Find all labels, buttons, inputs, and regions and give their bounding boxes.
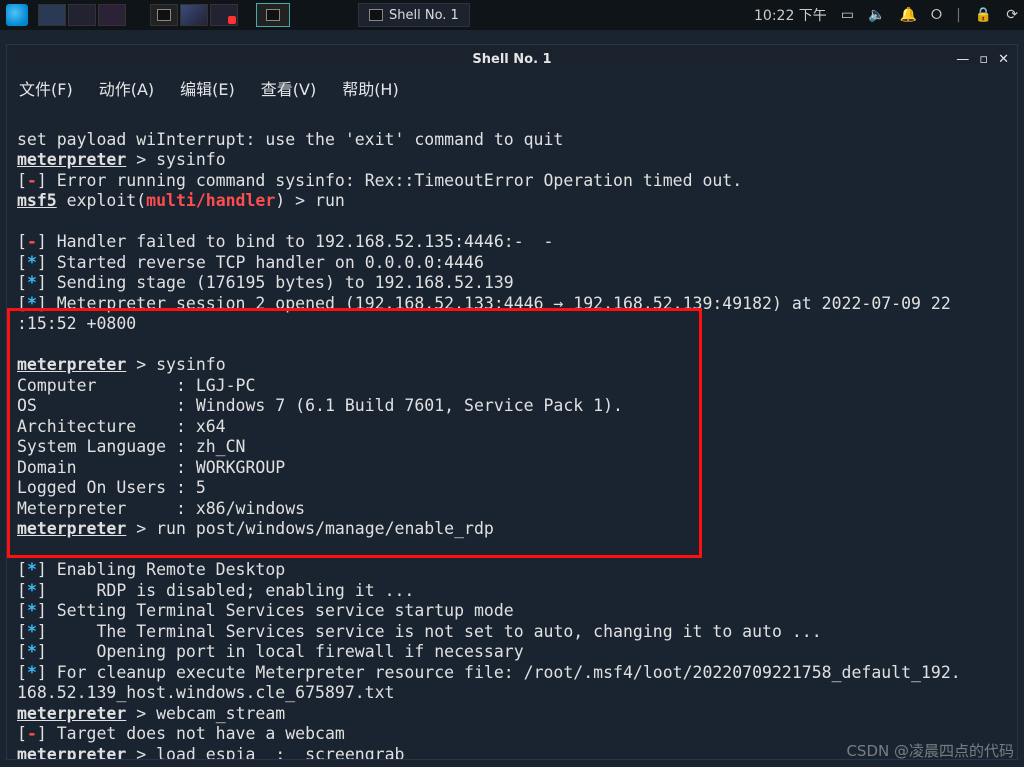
notification-icon[interactable]: 🔔 <box>899 7 916 23</box>
clock-text[interactable]: 10:22 下午 <box>754 5 827 25</box>
window-titlebar[interactable]: Shell No. 1 — ▫ ✕ <box>7 45 1017 73</box>
menu-file[interactable]: 文件(F) <box>19 76 73 100</box>
refresh-icon[interactable]: ⟳ <box>1006 7 1018 23</box>
terminal-icon <box>369 9 383 21</box>
lock-icon[interactable]: 🔒 <box>975 7 992 23</box>
quicklaunch-app[interactable] <box>180 4 208 26</box>
workspace-thumbnails <box>38 4 126 26</box>
menu-view[interactable]: 查看(V) <box>261 76 316 100</box>
kali-start-icon[interactable] <box>6 4 28 26</box>
term-line: set payload wiInterrupt: use the 'exit' … <box>17 130 563 149</box>
prompt-msf5: msf5 <box>17 191 57 210</box>
system-tray: 10:22 下午 ▭ 🔈 🔔 ⭘ | 🔒 ⟳ <box>754 5 1018 25</box>
volume-icon[interactable]: 🔈 <box>868 7 885 23</box>
maximize-button[interactable]: ▫ <box>979 52 988 67</box>
workspace-thumb[interactable] <box>38 4 66 26</box>
quicklaunch-terminal[interactable] <box>150 4 178 26</box>
power-icon[interactable]: ⭘ <box>931 7 942 23</box>
minimize-button[interactable]: — <box>956 52 969 67</box>
close-button[interactable]: ✕ <box>998 52 1009 67</box>
prompt-meterpreter: meterpreter <box>17 150 126 169</box>
quicklaunch-app-red[interactable] <box>210 4 238 26</box>
menu-help[interactable]: 帮助(H) <box>342 76 399 100</box>
workspace-thumb[interactable] <box>98 4 126 26</box>
window-title: Shell No. 1 <box>7 52 1017 67</box>
workspace-thumb[interactable] <box>68 4 96 26</box>
terminal-body[interactable]: set payload wiInterrupt: use the 'exit' … <box>7 103 1017 759</box>
quicklaunch <box>150 4 238 26</box>
menu-bar: 文件(F) 动作(A) 编辑(E) 查看(V) 帮助(H) <box>7 73 1017 103</box>
menu-action[interactable]: 动作(A) <box>99 76 154 100</box>
display-icon[interactable]: ▭ <box>841 7 854 23</box>
terminal-window: Shell No. 1 — ▫ ✕ 文件(F) 动作(A) 编辑(E) 查看(V… <box>6 44 1018 760</box>
taskbar-active-term-icon[interactable] <box>256 3 290 27</box>
menu-edit[interactable]: 编辑(E) <box>180 76 235 100</box>
taskbar-window-button[interactable]: Shell No. 1 <box>358 3 470 27</box>
system-panel: Shell No. 1 10:22 下午 ▭ 🔈 🔔 ⭘ | 🔒 ⟳ <box>0 0 1024 30</box>
annotation-highlight-box <box>7 308 702 558</box>
taskbar-window-label: Shell No. 1 <box>389 8 459 23</box>
